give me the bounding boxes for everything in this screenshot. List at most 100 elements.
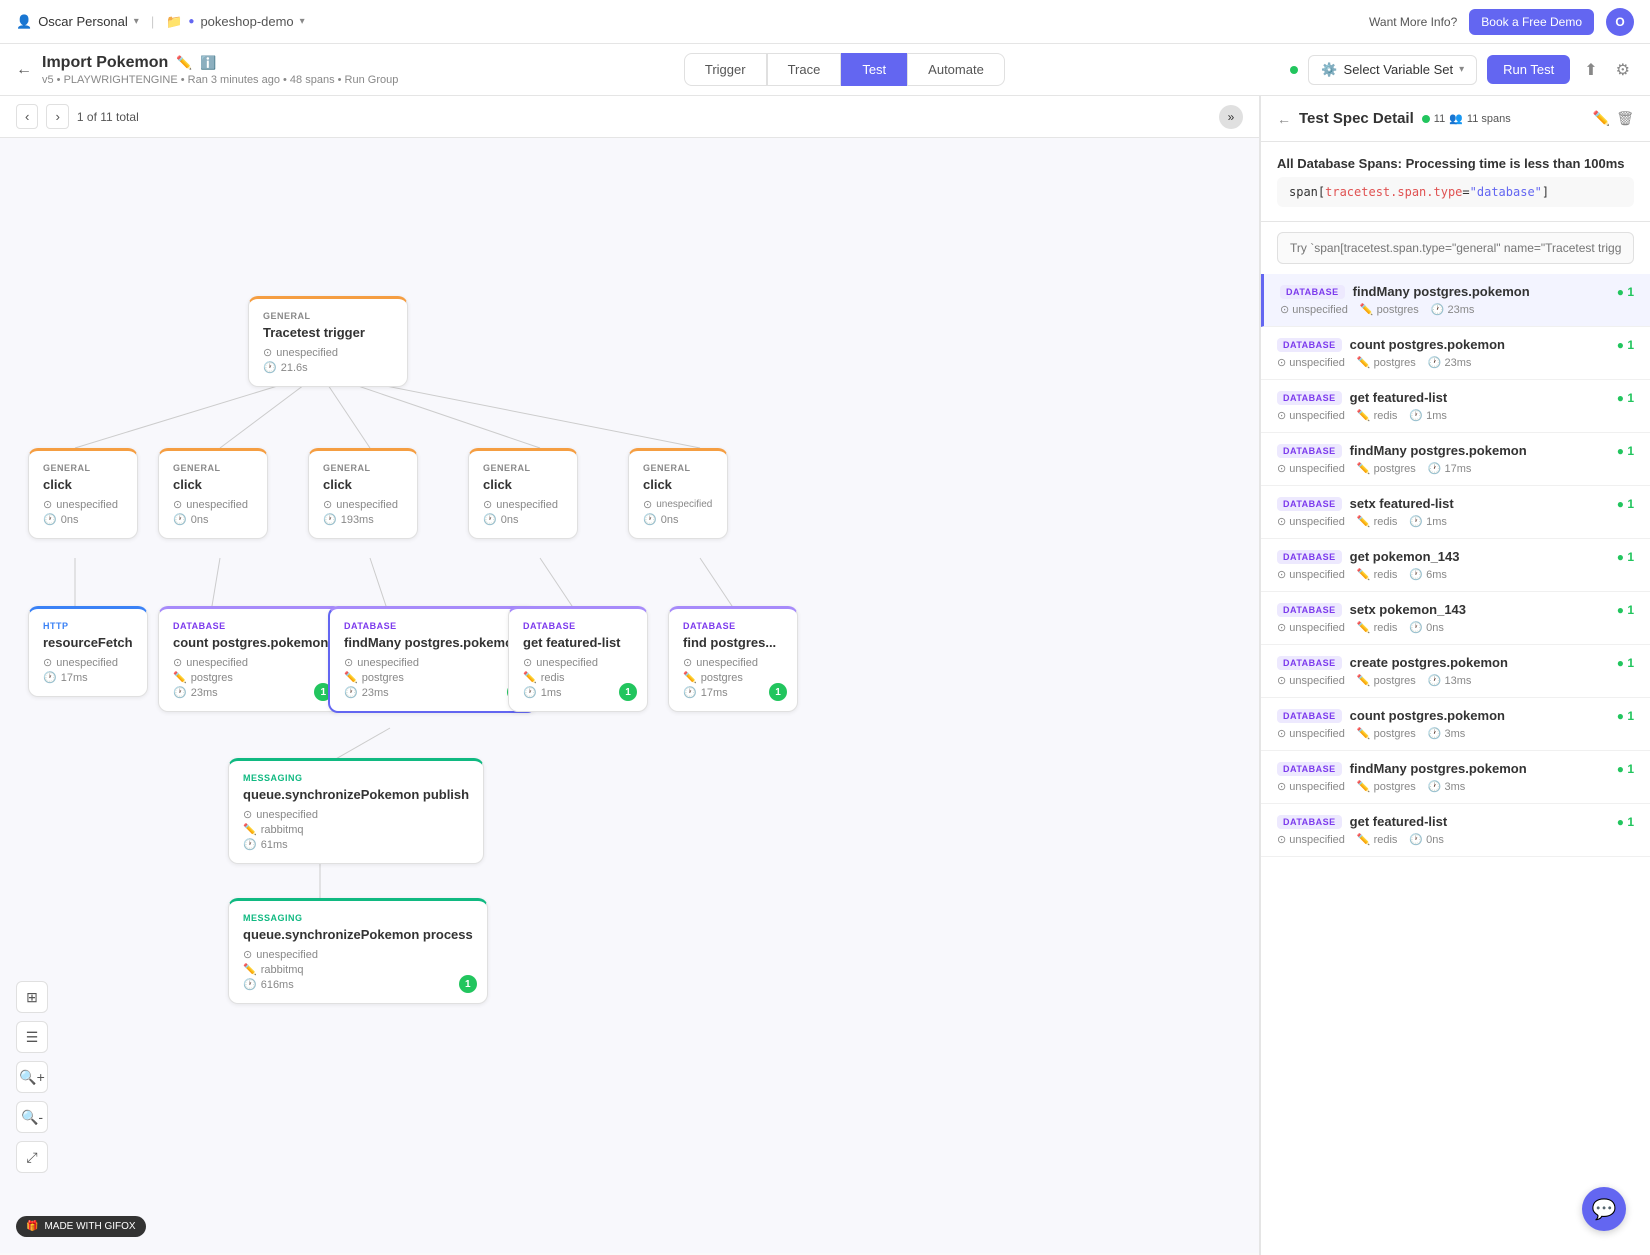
span-item[interactable]: DATABASE create postgres.pokemon ● 1 ⊙un… (1261, 645, 1650, 698)
span-pass: ● 1 (1617, 815, 1634, 829)
export-button[interactable]: ⬆ (1580, 56, 1601, 84)
span-item[interactable]: DATABASE count postgres.pokemon ● 1 ⊙uns… (1261, 698, 1650, 751)
db-node-1[interactable]: DATABASE count postgres.pokemon ⊙unespec… (158, 606, 343, 712)
span-type-badge: DATABASE (1277, 391, 1342, 405)
span-pass: ● 1 (1617, 338, 1634, 352)
span-item[interactable]: DATABASE findMany postgres.pokemon ● 1 ⊙… (1261, 433, 1650, 486)
span-type-badge: DATABASE (1277, 603, 1342, 617)
back-button[interactable]: ← (16, 61, 32, 79)
floating-tools: ⊞ ☰ 🔍+ 🔍- ⤢ (16, 981, 48, 1173)
click-node-5[interactable]: GENERAL click ⊙unespecified 🕐0ns (628, 448, 728, 539)
click-node-3[interactable]: GENERAL click ⊙unespecified 🕐193ms (308, 448, 418, 539)
list-tool[interactable]: ☰ (16, 1021, 48, 1053)
zoom-in-tool[interactable]: 🔍+ (16, 1061, 48, 1093)
user-badge[interactable]: 👤 Oscar Personal ▾ (16, 14, 139, 30)
click-node-2[interactable]: GENERAL click ⊙unespecified 🕐0ns (158, 448, 268, 539)
want-more-link[interactable]: Want More Info? (1369, 15, 1457, 29)
node-badge-3: 1 (619, 683, 637, 701)
spans-count: 11 spans (1467, 113, 1511, 125)
span-db: ✏️postgres (1357, 462, 1416, 475)
assertion-section: All Database Spans: Processing time is l… (1261, 142, 1650, 222)
back-panel-button[interactable]: ← (1277, 111, 1291, 127)
settings-button[interactable]: ⚙ (1612, 56, 1634, 84)
span-item[interactable]: DATABASE setx featured-list ● 1 ⊙unspeci… (1261, 486, 1650, 539)
span-item[interactable]: DATABASE get featured-list ● 1 ⊙unspecif… (1261, 380, 1650, 433)
span-type-badge: DATABASE (1277, 497, 1342, 511)
span-item[interactable]: DATABASE findMany postgres.pokemon ● 1 ⊙… (1261, 274, 1650, 327)
span-db: ✏️postgres (1360, 303, 1419, 316)
variable-set-chevron: ▾ (1459, 64, 1464, 75)
tab-trace[interactable]: Trace (767, 53, 842, 86)
span-item[interactable]: DATABASE count postgres.pokemon ● 1 ⊙uns… (1261, 327, 1650, 380)
span-pass: ● 1 (1617, 603, 1634, 617)
span-item[interactable]: DATABASE get pokemon_143 ● 1 ⊙unspecifie… (1261, 539, 1650, 592)
project-badge[interactable]: 📁 ● pokeshop-demo ▾ (166, 14, 305, 30)
span-item[interactable]: DATABASE setx pokemon_143 ● 1 ⊙unspecifi… (1261, 592, 1650, 645)
span-pass: ● 1 (1617, 444, 1634, 458)
sub-header: ← Import Pokemon ✏️ ℹ️ v5 • PLAYWRIGHTEN… (0, 44, 1650, 96)
avatar: O (1606, 8, 1634, 36)
chat-bubble[interactable]: 💬 (1582, 1187, 1626, 1231)
click-node-1[interactable]: GENERAL click ⊙unespecified 🕐0ns (28, 448, 138, 539)
collapse-button[interactable]: » (1219, 105, 1243, 129)
db-node-2[interactable]: DATABASE findMany postgres.pokemon ⊙unes… (328, 606, 537, 713)
nav-right: Want More Info? Book a Free Demo O (1369, 8, 1634, 36)
span-unspecified: ⊙unspecified (1277, 727, 1345, 740)
assertion-code: span[tracetest.span.type="database"] (1277, 177, 1634, 207)
span-item[interactable]: DATABASE get featured-list ● 1 ⊙unspecif… (1261, 804, 1650, 857)
span-time: 🕐0ns (1409, 621, 1443, 634)
span-name: setx featured-list (1350, 496, 1617, 511)
tab-trigger[interactable]: Trigger (684, 53, 767, 86)
span-type-badge: DATABASE (1277, 656, 1342, 670)
search-input[interactable] (1277, 232, 1634, 264)
canvas-area[interactable]: GENERAL Tracetest trigger ⊙ unespecified… (0, 138, 1259, 1253)
span-db: ✏️redis (1357, 515, 1398, 528)
tab-test[interactable]: Test (841, 53, 907, 86)
db-node-3[interactable]: DATABASE get featured-list ⊙unespecified… (508, 606, 648, 712)
spans-list: DATABASE findMany postgres.pokemon ● 1 ⊙… (1261, 274, 1650, 1255)
span-db: ✏️redis (1357, 409, 1398, 422)
edit-icon[interactable]: ✏️ (176, 55, 192, 71)
tab-group: Trigger Trace Test Automate (684, 53, 1005, 86)
span-type-badge: DATABASE (1280, 285, 1345, 299)
spans-icon: 👥 (1449, 112, 1463, 125)
book-free-button[interactable]: Book a Free Demo (1469, 9, 1594, 35)
assertion-title: All Database Spans: Processing time is l… (1277, 156, 1634, 171)
messaging-node-2[interactable]: MESSAGING queue.synchronizePokemon proce… (228, 898, 488, 1004)
messaging-node-1[interactable]: MESSAGING queue.synchronizePokemon publi… (228, 758, 484, 864)
nav-left: 👤 Oscar Personal ▾ | 📁 ● pokeshop-demo ▾ (16, 14, 305, 30)
zoom-out-tool[interactable]: 🔍- (16, 1101, 48, 1133)
tab-automate[interactable]: Automate (907, 53, 1005, 86)
folder-icon: 📁 (166, 14, 182, 30)
span-time: 🕐23ms (1431, 303, 1475, 316)
span-time: 🕐1ms (1409, 515, 1446, 528)
variable-set-button[interactable]: ⚙️ Select Variable Set ▾ (1308, 55, 1477, 85)
span-name: get featured-list (1350, 390, 1617, 405)
test-info: Import Pokemon ✏️ ℹ️ v5 • PLAYWRIGHTENGI… (42, 54, 398, 86)
edit-spec-button[interactable]: ✏️ (1593, 110, 1610, 127)
fit-tool[interactable]: ⤢ (16, 1141, 48, 1173)
span-name: findMany postgres.pokemon (1350, 761, 1617, 776)
span-item[interactable]: DATABASE findMany postgres.pokemon ● 1 ⊙… (1261, 751, 1650, 804)
next-button[interactable]: › (46, 104, 68, 129)
test-title: Import Pokemon (42, 54, 168, 72)
http-node[interactable]: HTTP resourceFetch ⊙unespecified 🕐17ms (28, 606, 148, 697)
span-pass: ● 1 (1617, 497, 1634, 511)
click-node-4[interactable]: GENERAL click ⊙unespecified 🕐0ns (468, 448, 578, 539)
user-name: Oscar Personal (38, 14, 128, 29)
db-node-4[interactable]: DATABASE find postgres... ⊙unespecified … (668, 606, 798, 712)
main-layout: ‹ › 1 of 11 total » (0, 96, 1650, 1255)
info-icon[interactable]: ℹ️ (200, 55, 216, 71)
trigger-node[interactable]: GENERAL Tracetest trigger ⊙ unespecified… (248, 296, 408, 387)
top-nav: 👤 Oscar Personal ▾ | 📁 ● pokeshop-demo ▾… (0, 0, 1650, 44)
delete-spec-button[interactable]: 🗑 (1616, 110, 1634, 127)
prev-button[interactable]: ‹ (16, 104, 38, 129)
span-db: ✏️redis (1357, 621, 1398, 634)
run-test-button[interactable]: Run Test (1487, 55, 1570, 84)
settings-icon: ⚙️ (1321, 62, 1337, 78)
panel-dot-count: 11 (1434, 113, 1445, 125)
diagram-tool[interactable]: ⊞ (16, 981, 48, 1013)
right-panel: ← Test Spec Detail 11 👥 11 spans ✏️ 🗑 Al… (1260, 96, 1650, 1255)
span-name: findMany postgres.pokemon (1353, 284, 1617, 299)
span-time: 🕐17ms (1428, 462, 1472, 475)
